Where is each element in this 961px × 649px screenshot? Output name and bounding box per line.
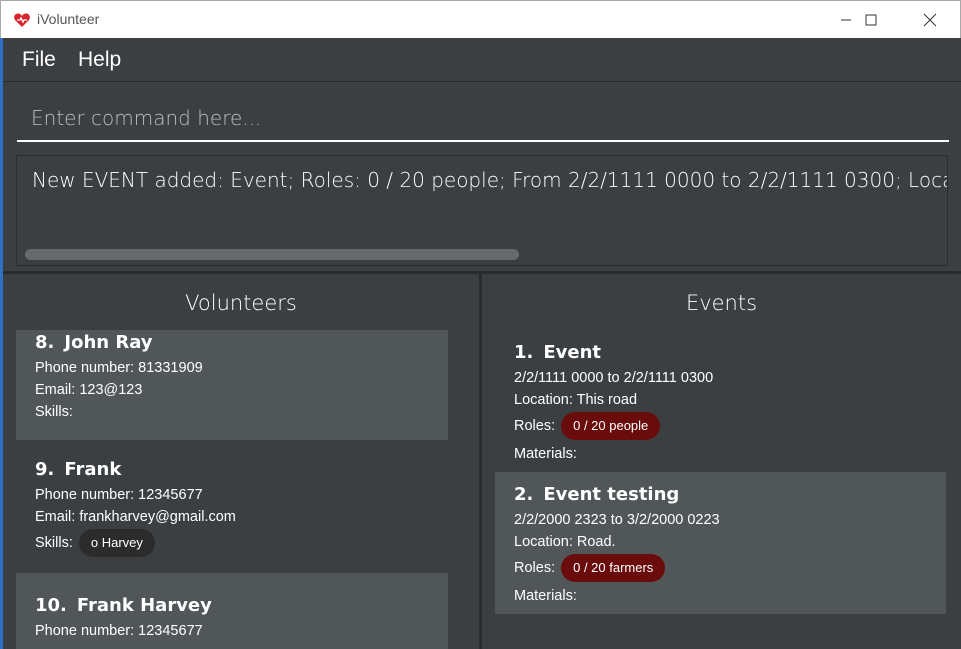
volunteer-skills: Skills: o Harvey — [35, 529, 155, 557]
volunteer-index: 10. — [35, 595, 67, 616]
event-time: 2/2/2000 2323 to 3/2/2000 0223 — [514, 512, 720, 528]
menu-help[interactable]: Help — [78, 48, 121, 72]
volunteers-title: Volunteers — [185, 291, 297, 315]
window-title: iVolunteer — [37, 11, 100, 27]
close-button[interactable] — [907, 1, 953, 39]
event-card[interactable]: 1. Event 2/2/1111 0000 to 2/2/1111 0300 L… — [495, 330, 946, 472]
event-location: Location: Road. — [514, 534, 616, 550]
event-index: 2. — [514, 484, 534, 505]
volunteer-phone: Phone number: 81331909 — [35, 360, 203, 376]
events-title: Events — [685, 291, 758, 315]
volunteer-index: 9. — [35, 459, 55, 480]
volunteer-phone: Phone number: 12345677 — [35, 623, 203, 639]
volunteer-name-text: Frank Harvey — [76, 595, 212, 616]
event-index: 1. — [514, 342, 534, 363]
volunteer-index: 8. — [35, 332, 55, 353]
close-icon — [923, 13, 937, 27]
volunteer-name-text: Frank — [64, 459, 122, 480]
event-roles-label: Roles: — [514, 417, 556, 434]
role-tag: 0 / 20 people — [561, 412, 661, 440]
role-tag: 0 / 20 farmers — [561, 554, 666, 582]
volunteer-name: 8. John Ray — [35, 332, 153, 353]
volunteer-card[interactable]: 10. Frank Harvey Phone number: 12345677 — [16, 573, 448, 649]
volunteer-card[interactable]: 9. Frank Phone number: 12345677 Email: fr… — [16, 440, 448, 573]
event-materials: Materials: — [514, 446, 577, 462]
event-name: 2. Event testing — [514, 484, 679, 505]
volunteer-skills-label: Skills: — [35, 534, 73, 551]
command-input[interactable] — [17, 96, 949, 142]
volunteer-email: Email: frankharvey@gmail.com — [35, 509, 236, 525]
maximize-icon — [865, 14, 877, 26]
menu-file[interactable]: File — [22, 48, 56, 72]
volunteers-panel: Volunteers 8. John Ray Phone number: 8133… — [3, 274, 479, 649]
command-area — [3, 83, 961, 148]
horizontal-scrollbar[interactable] — [25, 249, 519, 260]
event-name: 1. Event — [514, 342, 601, 363]
event-location: Location: This road — [514, 392, 638, 408]
event-materials: Materials: — [514, 588, 577, 604]
volunteer-name-text: John Ray — [64, 332, 153, 353]
events-panel: Events 1. Event 2/2/1111 0000 to 2/2/1111… — [482, 274, 961, 649]
volunteer-name: 10. Frank Harvey — [35, 595, 212, 616]
event-name-text: Event testing — [543, 484, 680, 505]
volunteer-name: 9. Frank — [35, 459, 121, 480]
heart-logo-icon — [13, 11, 31, 29]
result-text: New EVENT added: Event; Roles: 0 / 20 pe… — [32, 168, 947, 192]
title-bar: iVolunteer — [0, 0, 961, 38]
maximize-button[interactable] — [848, 1, 894, 39]
volunteer-card[interactable]: 8. John Ray Phone number: 81331909 Email:… — [16, 330, 448, 440]
result-display[interactable]: New EVENT added: Event; Roles: 0 / 20 pe… — [16, 155, 948, 266]
skill-tag: o Harvey — [78, 529, 155, 557]
event-roles: Roles: 0 / 20 farmers — [514, 554, 666, 582]
event-roles: Roles: 0 / 20 people — [514, 412, 661, 440]
event-name-text: Event — [543, 342, 602, 363]
menu-bar: File Help — [3, 38, 961, 82]
volunteer-phone: Phone number: 12345677 — [35, 487, 203, 503]
event-card[interactable]: 2. Event testing 2/2/2000 2323 to 3/2/200… — [495, 472, 946, 614]
volunteer-email: Email: 123@123 — [35, 382, 143, 398]
volunteer-skills-label: Skills: — [35, 404, 73, 420]
event-roles-label: Roles: — [514, 559, 556, 576]
event-time: 2/2/1111 0000 to 2/2/1111 0300 — [514, 370, 714, 386]
